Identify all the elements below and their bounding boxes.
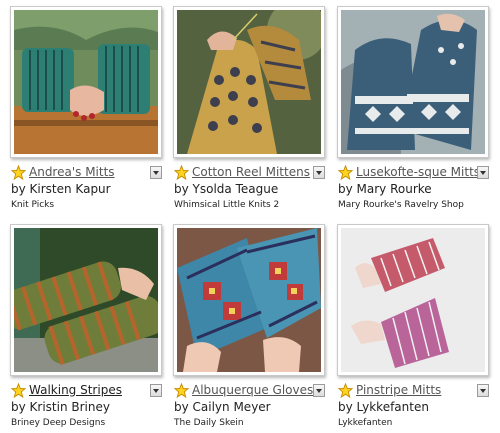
dropdown-arrow-icon[interactable] (313, 384, 325, 397)
pattern-card: Andrea's Mitts by Kirsten Kapur Knit Pic… (6, 0, 166, 215)
star-icon[interactable] (174, 383, 189, 398)
star-icon[interactable] (174, 165, 189, 180)
pattern-author: by Lykkefanten (338, 400, 429, 414)
pattern-source: Mary Rourke's Ravelry Shop (338, 200, 464, 210)
pattern-title-link[interactable]: Andrea's Mitts (29, 165, 115, 180)
star-icon[interactable] (11, 383, 26, 398)
pattern-photo-link[interactable] (337, 224, 489, 376)
pattern-card: Walking Stripes by Kristin Briney Briney… (6, 218, 166, 433)
pattern-photo (14, 10, 158, 154)
pattern-photo (177, 10, 321, 154)
pattern-photo-link[interactable] (337, 6, 489, 158)
pattern-grid: Andrea's Mitts by Kirsten Kapur Knit Pic… (0, 0, 500, 433)
pattern-author: by Ysolda Teague (174, 182, 279, 196)
star-icon[interactable] (11, 165, 26, 180)
pattern-source: Knit Picks (11, 200, 55, 210)
pattern-title-row: Lusekofte-sque Mitts (338, 165, 492, 181)
pattern-card: Lusekofte-sque Mitts by Mary Rourke Mary… (333, 0, 493, 215)
dropdown-arrow-icon[interactable] (313, 166, 325, 179)
pattern-author: by Kirsten Kapur (11, 182, 111, 196)
pattern-source: Briney Deep Designs (11, 418, 106, 428)
pattern-title-link[interactable]: Albuquerque Gloves (192, 383, 313, 398)
pattern-source: Whimsical Little Knits 2 (174, 200, 280, 210)
pattern-photo-link[interactable] (173, 224, 325, 376)
pattern-author: by Cailyn Meyer (174, 400, 271, 414)
dropdown-arrow-icon[interactable] (477, 384, 489, 397)
pattern-photo (341, 228, 485, 372)
pattern-source: The Daily Skein (174, 418, 244, 428)
pattern-source: Lykkefanten (338, 418, 393, 428)
pattern-photo-link[interactable] (10, 224, 162, 376)
pattern-photo (177, 228, 321, 372)
pattern-card: Albuquerque Gloves by Cailyn Meyer The D… (169, 218, 329, 433)
pattern-photo (341, 10, 485, 154)
pattern-card: Pinstripe Mitts by Lykkefanten Lykkefant… (333, 218, 493, 433)
pattern-title-row: Albuquerque Gloves (174, 383, 328, 399)
pattern-author: by Kristin Briney (11, 400, 110, 414)
pattern-photo (14, 228, 158, 372)
pattern-title-row: Walking Stripes (11, 383, 165, 399)
dropdown-arrow-icon[interactable] (477, 166, 489, 179)
pattern-photo-link[interactable] (173, 6, 325, 158)
dropdown-arrow-icon[interactable] (150, 166, 162, 179)
star-icon[interactable] (338, 383, 353, 398)
pattern-title-row: Cotton Reel Mittens (174, 165, 328, 181)
pattern-card: Cotton Reel Mittens by Ysolda Teague Whi… (169, 0, 329, 215)
pattern-title-link[interactable]: Pinstripe Mitts (356, 383, 441, 398)
pattern-title-row: Pinstripe Mitts (338, 383, 492, 399)
pattern-title-link[interactable]: Walking Stripes (29, 383, 122, 398)
pattern-photo-link[interactable] (10, 6, 162, 158)
pattern-author: by Mary Rourke (338, 182, 432, 196)
pattern-title-link[interactable]: Lusekofte-sque Mitts (356, 165, 480, 180)
pattern-title-link[interactable]: Cotton Reel Mittens (192, 165, 310, 180)
dropdown-arrow-icon[interactable] (150, 384, 162, 397)
pattern-title-row: Andrea's Mitts (11, 165, 165, 181)
star-icon[interactable] (338, 165, 353, 180)
